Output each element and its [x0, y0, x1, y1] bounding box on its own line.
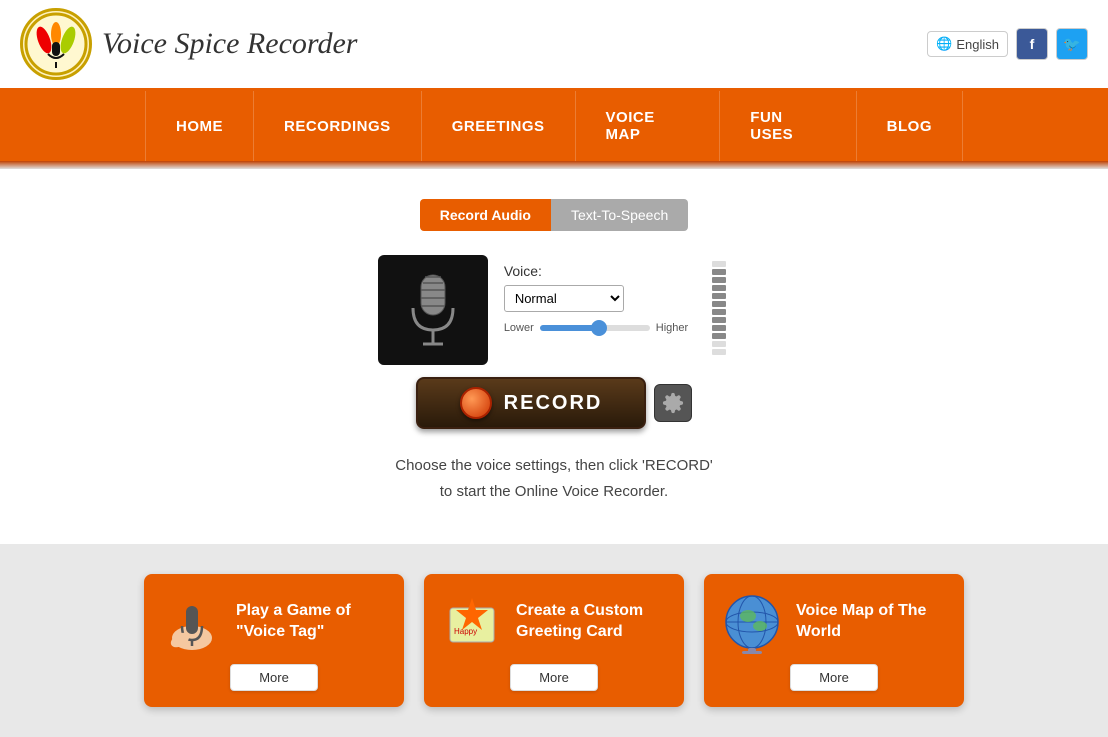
- nav-recordings[interactable]: RECORDINGS: [254, 91, 422, 161]
- card-3-top: Voice Map of The World: [720, 590, 948, 654]
- level-bar-9: [712, 325, 726, 331]
- nav-bar: HOME RECORDINGS GREETINGS VOICE MAP FUN …: [0, 91, 1108, 161]
- level-bar-5: [712, 293, 726, 299]
- level-bar-11: [712, 341, 726, 347]
- level-bar-4: [712, 285, 726, 291]
- level-bar-1: [712, 261, 726, 267]
- card-voice-map: Voice Map of The World More: [704, 574, 964, 707]
- card-1-title: Play a Game of "Voice Tag": [236, 601, 388, 643]
- twitter-icon: 🐦: [1063, 36, 1080, 53]
- level-bar-7: [712, 309, 726, 315]
- top-right: 🌐 English f 🐦: [927, 28, 1088, 60]
- logo: [20, 8, 92, 80]
- logo-title: Voice Spice Recorder: [102, 27, 357, 61]
- level-bar-10: [712, 333, 726, 339]
- language-label: English: [956, 37, 999, 52]
- card-1-top: Play a Game of "Voice Tag": [160, 590, 388, 654]
- level-bar-12: [712, 349, 726, 355]
- settings-button[interactable]: [654, 384, 692, 422]
- card-voice-tag: Play a Game of "Voice Tag" More: [144, 574, 404, 707]
- card-1-more-button[interactable]: More: [230, 664, 318, 691]
- instructions: Choose the voice settings, then click 'R…: [395, 453, 713, 504]
- level-bar-3: [712, 277, 726, 283]
- svg-text:Happy: Happy: [454, 627, 477, 636]
- card-2-top: Happy Create a Custom Greeting Card: [440, 590, 668, 654]
- card-greeting: Happy Create a Custom Greeting Card More: [424, 574, 684, 707]
- globe-icon: 🌐: [936, 36, 952, 52]
- card-2-icon: Happy: [440, 590, 504, 654]
- card-3-more-button[interactable]: More: [790, 664, 878, 691]
- record-button[interactable]: RECORD: [416, 377, 646, 429]
- top-bar: Voice Spice Recorder 🌐 English f 🐦: [0, 0, 1108, 91]
- tab-text-to-speech[interactable]: Text-To-Speech: [551, 199, 688, 231]
- instruction-line-1: Choose the voice settings, then click 'R…: [395, 453, 713, 479]
- language-button[interactable]: 🌐 English: [927, 31, 1008, 57]
- gear-icon: [662, 392, 684, 414]
- twitter-button[interactable]: 🐦: [1056, 28, 1088, 60]
- record-button-row: RECORD: [416, 377, 692, 429]
- logo-area: Voice Spice Recorder: [20, 8, 357, 80]
- nav-home[interactable]: HOME: [145, 91, 254, 161]
- pitch-lower-label: Lower: [504, 322, 534, 334]
- record-circle-icon: [460, 387, 492, 419]
- voice-label: Voice:: [504, 263, 688, 279]
- card-3-icon: [720, 590, 784, 654]
- nav-funuses[interactable]: FUN USES: [720, 91, 856, 161]
- card-1-icon: [160, 590, 224, 654]
- tab-record-audio[interactable]: Record Audio: [420, 199, 551, 231]
- level-bar-8: [712, 317, 726, 323]
- pitch-row: Lower Higher: [504, 322, 688, 334]
- voice-select[interactable]: Normal High Pitch Low Pitch Robot Echo: [504, 285, 624, 312]
- voice-controls: Voice: Normal High Pitch Low Pitch Robot…: [488, 255, 704, 342]
- recorder-tabs: Record Audio Text-To-Speech: [420, 199, 689, 231]
- card-2-more-button[interactable]: More: [510, 664, 598, 691]
- mic-display: [378, 255, 488, 365]
- facebook-button[interactable]: f: [1016, 28, 1048, 60]
- nav-shadow: [0, 161, 1108, 169]
- card-2-title: Create a Custom Greeting Card: [516, 601, 668, 643]
- nav-voicemap[interactable]: VOICE MAP: [576, 91, 721, 161]
- level-bar-6: [712, 301, 726, 307]
- card-3-title: Voice Map of The World: [796, 601, 948, 643]
- bottom-section: Play a Game of "Voice Tag" More Happy Cr…: [0, 544, 1108, 737]
- pitch-higher-label: Higher: [656, 322, 688, 334]
- level-bar-2: [712, 269, 726, 275]
- recorder-panel: Voice: Normal High Pitch Low Pitch Robot…: [378, 255, 730, 365]
- instruction-line-2: to start the Online Voice Recorder.: [395, 479, 713, 505]
- pitch-slider[interactable]: [540, 325, 650, 331]
- microphone-icon: [403, 270, 463, 350]
- nav-greetings[interactable]: GREETINGS: [422, 91, 576, 161]
- level-meter: [708, 255, 730, 361]
- main-content: Record Audio Text-To-Speech Voice:: [0, 169, 1108, 544]
- record-label: RECORD: [504, 392, 603, 415]
- nav-blog[interactable]: BLOG: [857, 91, 963, 161]
